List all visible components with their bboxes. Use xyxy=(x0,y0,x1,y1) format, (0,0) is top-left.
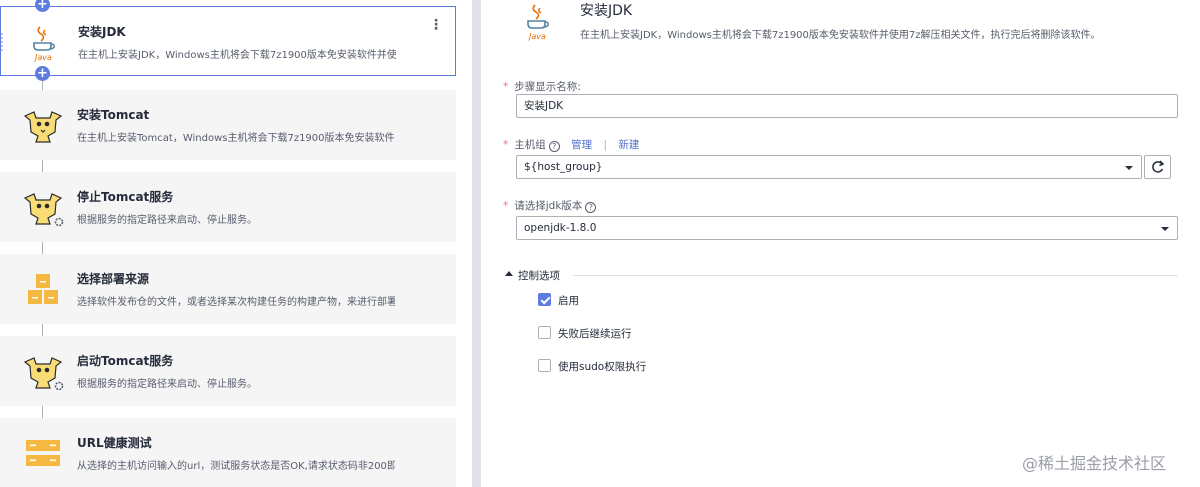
step-description: 根据服务的指定路径来启动、停止服务。 xyxy=(77,215,257,226)
jdk-version-select[interactable]: openjdk-1.8.0 xyxy=(516,216,1178,240)
step-title: 安装JDK xyxy=(78,25,126,39)
add-step-below-button[interactable]: + xyxy=(35,66,50,81)
enable-checkbox[interactable] xyxy=(538,293,551,306)
continue-on-failure-checkbox[interactable] xyxy=(538,326,551,339)
deploy-source-icon xyxy=(28,274,58,304)
panel-splitter[interactable] xyxy=(472,0,481,487)
sudo-label[interactable]: 使用sudo权限执行 xyxy=(558,359,646,374)
step-title: URL健康测试 xyxy=(77,436,152,450)
detail-description: 在主机上安装JDK，Windows主机将会下载7z1900版本免安装软件并使用7… xyxy=(580,30,1101,41)
svg-text:Java: Java xyxy=(527,32,546,41)
step-card-stop-tomcat[interactable]: 停止Tomcat服务 根据服务的指定路径来启动、停止服务。 xyxy=(0,172,456,242)
enable-label[interactable]: 启用 xyxy=(558,293,579,308)
step-description: 选择软件发布仓的文件，或者选择某次构建任务的构建产物，来进行部署。 xyxy=(77,297,395,308)
link-separator: | xyxy=(603,139,607,151)
manage-link[interactable]: 管理 xyxy=(571,139,592,151)
refresh-button[interactable] xyxy=(1144,155,1171,179)
step-description: 根据服务的指定路径来启动、停止服务。 xyxy=(77,379,257,390)
step-title: 停止Tomcat服务 xyxy=(77,190,174,204)
chevron-down-icon xyxy=(1161,227,1169,231)
control-options-title[interactable]: 控制选项 xyxy=(518,268,560,283)
url-health-icon xyxy=(26,440,60,466)
host-group-value: ${host_group} xyxy=(524,161,603,173)
display-name-label: * 步骤显示名称: xyxy=(503,81,581,93)
step-title: 安装Tomcat xyxy=(77,108,150,122)
display-name-input[interactable]: 安装JDK xyxy=(516,94,1178,118)
required-mark: * xyxy=(503,200,509,212)
host-group-select[interactable]: ${host_group} xyxy=(516,155,1142,179)
tomcat-gear-icon xyxy=(23,193,64,227)
step-description: 在主机上安装JDK，Windows主机将会下载7z1900版本免安装软件并使用7… xyxy=(78,50,396,61)
help-icon[interactable]: ? xyxy=(585,202,597,213)
tomcat-gear-icon xyxy=(23,357,64,391)
help-icon[interactable]: ? xyxy=(548,141,560,152)
svg-text:Java: Java xyxy=(33,53,52,62)
jdk-version-label: * 请选择jdk版本? xyxy=(503,198,597,213)
step-description: 从选择的主机访问输入的url，测试服务状态是否OK,请求状态码非200即为失败。 xyxy=(77,461,395,472)
add-step-above-button[interactable]: + xyxy=(35,0,50,12)
drag-handle[interactable] xyxy=(1,33,5,51)
host-group-label: * 主机组? 管理 | 新建 xyxy=(503,139,640,152)
continue-on-failure-label[interactable]: 失败后继续运行 xyxy=(558,326,632,341)
step-card-install-jdk[interactable]: Java 安装JDK 在主机上安装JDK，Windows主机将会下载7z1900… xyxy=(0,6,456,76)
step-description: 在主机上安装Tomcat，Windows主机将会下载7z1900版本免安装软件并… xyxy=(77,133,395,144)
more-options-icon[interactable]: ⋮ xyxy=(429,16,443,34)
step-card-install-tomcat[interactable]: 安装Tomcat 在主机上安装Tomcat，Windows主机将会下载7z190… xyxy=(0,90,456,160)
java-icon: Java xyxy=(527,4,549,41)
step-title: 启动Tomcat服务 xyxy=(77,354,174,368)
step-card-url-health[interactable]: URL健康测试 从选择的主机访问输入的url，测试服务状态是否OK,请求状态码非… xyxy=(0,418,456,487)
required-mark: * xyxy=(503,81,509,93)
step-card-deploy-source[interactable]: 选择部署来源 选择软件发布仓的文件，或者选择某次构建任务的构建产物，来进行部署。 xyxy=(0,254,456,324)
step-card-start-tomcat[interactable]: 启动Tomcat服务 根据服务的指定路径来启动、停止服务。 xyxy=(0,336,456,406)
new-link[interactable]: 新建 xyxy=(618,139,639,151)
chevron-up-icon[interactable] xyxy=(505,271,513,276)
section-divider xyxy=(573,275,1178,276)
step-list-panel: Java 安装JDK 在主机上安装JDK，Windows主机将会下载7z1900… xyxy=(0,0,470,487)
watermark: @稀土掘金技术社区 xyxy=(1022,454,1167,473)
tomcat-icon xyxy=(23,111,63,143)
chevron-down-icon xyxy=(1125,166,1133,170)
required-mark: * xyxy=(503,139,509,151)
step-detail-panel: Java 安装JDK 在主机上安装JDK，Windows主机将会下载7z1900… xyxy=(481,0,1200,487)
step-title: 选择部署来源 xyxy=(77,272,150,286)
jdk-version-value: openjdk-1.8.0 xyxy=(524,222,597,234)
sudo-checkbox[interactable] xyxy=(538,359,551,372)
detail-title: 安装JDK xyxy=(580,3,633,19)
java-icon: Java xyxy=(33,26,55,62)
refresh-icon xyxy=(1152,160,1165,173)
